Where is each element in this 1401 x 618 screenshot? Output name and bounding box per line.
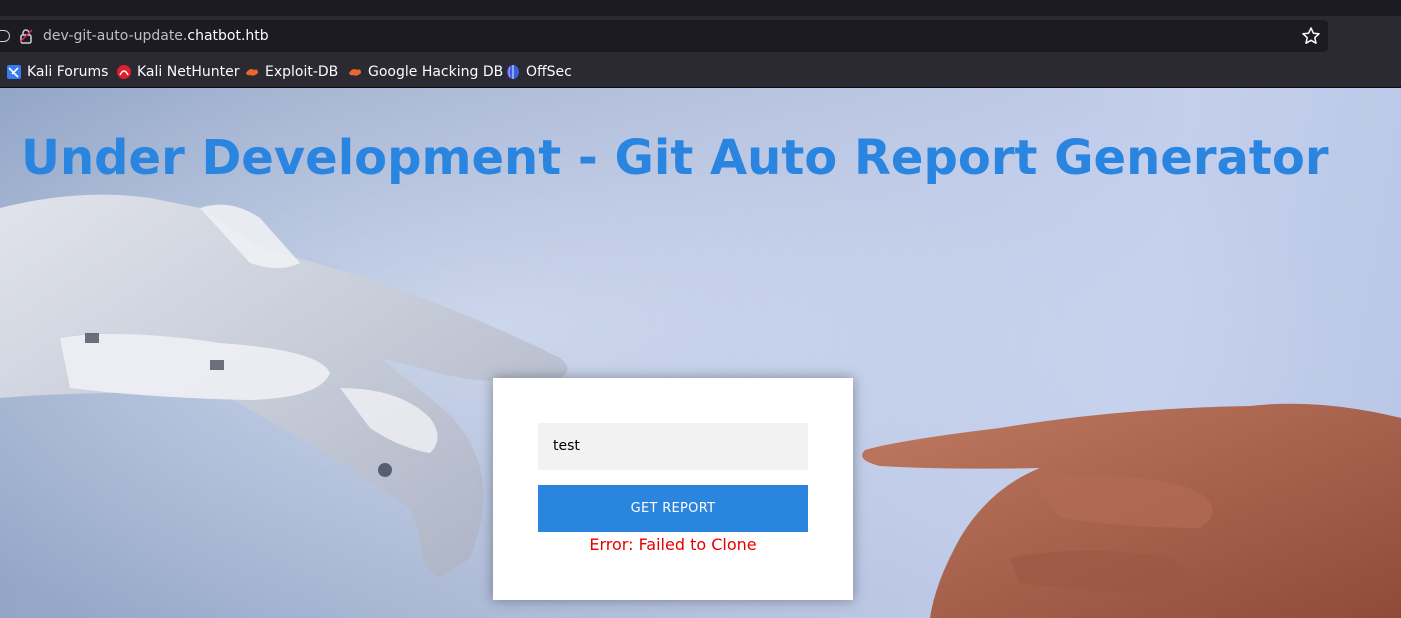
error-message: Error: Failed to Clone bbox=[589, 535, 757, 554]
kali-nethunter-icon bbox=[117, 65, 131, 79]
offsec-icon bbox=[507, 65, 519, 79]
bookmark-exploit-db[interactable]: Exploit-DB bbox=[244, 63, 338, 81]
bookmark-label: Kali Forums bbox=[27, 64, 109, 80]
url-host: chatbot.htb bbox=[187, 28, 269, 44]
repository-url-input[interactable] bbox=[538, 423, 808, 470]
lock-icon[interactable] bbox=[18, 28, 34, 44]
bookmark-label: Exploit-DB bbox=[265, 64, 339, 80]
bookmark-offsec[interactable]: OffSec bbox=[505, 63, 572, 81]
browser-navigation-bar: dev-git-auto-update.chatbot.htb bbox=[0, 16, 1401, 56]
google-hacking-db-icon bbox=[349, 69, 361, 76]
bookmark-label: Google Hacking DB bbox=[368, 64, 504, 80]
bookmark-label: Kali NetHunter bbox=[137, 64, 240, 80]
bookmarks-toolbar: Kali Forums Kali NetHunter Exploit-DB Go… bbox=[0, 56, 1401, 88]
get-report-button[interactable]: GET REPORT bbox=[538, 485, 808, 532]
exploit-db-icon bbox=[246, 69, 258, 76]
bookmark-label: OffSec bbox=[526, 64, 572, 80]
address-bar[interactable]: dev-git-auto-update.chatbot.htb bbox=[0, 20, 1328, 52]
url-path: dev-git-auto-update. bbox=[43, 28, 188, 44]
bookmark-google-hacking-db[interactable]: Google Hacking DB bbox=[347, 63, 503, 81]
url-text[interactable]: dev-git-auto-update.chatbot.htb bbox=[43, 27, 269, 45]
bookmark-kali-forums[interactable]: Kali Forums bbox=[6, 63, 108, 81]
page-content: Under Development - Git Auto Report Gene… bbox=[0, 88, 1401, 618]
report-form-card: GET REPORT Error: Failed to Clone bbox=[493, 378, 853, 600]
bookmark-kali-nethunter[interactable]: Kali NetHunter bbox=[116, 63, 239, 81]
page-title: Under Development - Git Auto Report Gene… bbox=[21, 130, 1329, 186]
kali-forums-icon bbox=[7, 65, 21, 79]
browser-top-strip bbox=[0, 0, 1401, 16]
tracking-protection-icon[interactable] bbox=[0, 30, 10, 42]
bookmark-star-icon[interactable] bbox=[1301, 26, 1321, 46]
